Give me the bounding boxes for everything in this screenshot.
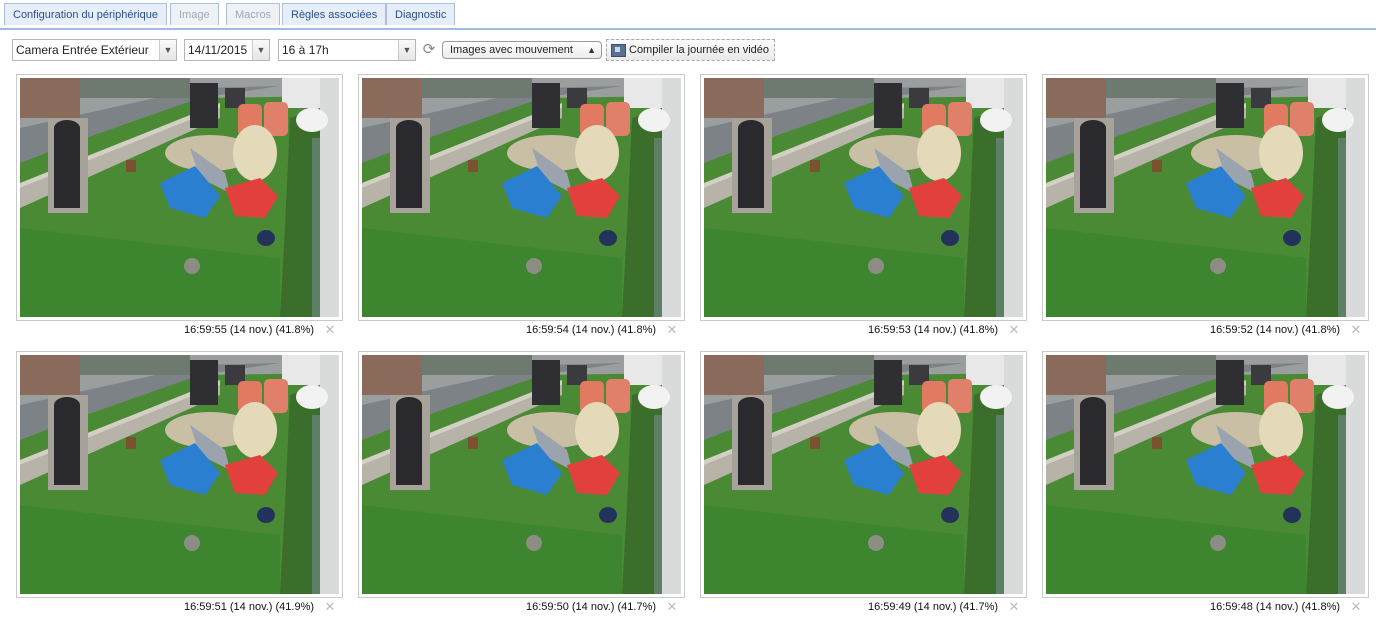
delete-icon[interactable]: ✕ <box>666 600 678 614</box>
camera-snapshot <box>704 355 1023 594</box>
camera-snapshot <box>1046 78 1365 317</box>
chevron-down-icon: ▼ <box>252 40 269 60</box>
delete-icon[interactable]: ✕ <box>1008 323 1020 337</box>
tab-macros[interactable]: Macros <box>226 3 281 25</box>
filter-select[interactable]: Images avec mouvement ▲ <box>442 41 602 59</box>
tab-associated-rules[interactable]: Règles associées <box>282 3 387 25</box>
camera-image[interactable] <box>700 351 1027 598</box>
image-caption: 16:59:52 (14 nov.) (41.8%) <box>1210 324 1341 336</box>
date-select[interactable]: 14/11/2015 ▼ <box>184 39 270 61</box>
hour-select-value: 16 à 17h <box>282 43 329 57</box>
chevron-down-icon: ▼ <box>398 40 415 60</box>
tab-image[interactable]: Image <box>170 3 219 25</box>
delete-icon[interactable]: ✕ <box>666 323 678 337</box>
camera-snapshot <box>704 78 1023 317</box>
toolbar: Camera Entrée Extérieur ▼ 14/11/2015 ▼ 1… <box>0 37 1376 63</box>
camera-image[interactable] <box>1042 74 1369 321</box>
delete-icon[interactable]: ✕ <box>1008 600 1020 614</box>
tab-device-configuration[interactable]: Configuration du périphérique <box>4 3 167 25</box>
camera-snapshot <box>362 355 681 594</box>
camera-snapshot <box>1046 355 1365 594</box>
camera-image[interactable] <box>700 74 1027 321</box>
image-caption: 16:59:55 (14 nov.) (41.8%) <box>184 324 315 336</box>
compile-video-button[interactable]: Compiler la journée en vidéo <box>606 39 775 61</box>
filter-select-value: Images avec mouvement <box>450 44 573 56</box>
compile-video-label: Compiler la journée en vidéo <box>629 44 770 56</box>
camera-snapshot <box>20 355 339 594</box>
camera-image[interactable] <box>16 351 343 598</box>
refresh-icon[interactable]: ⟳ <box>421 42 437 58</box>
delete-icon[interactable]: ✕ <box>324 600 336 614</box>
tab-bar: Configuration du périphérique Image Macr… <box>0 0 1376 30</box>
camera-snapshot <box>20 78 339 317</box>
hour-select[interactable]: 16 à 17h ▼ <box>278 39 416 61</box>
image-caption: 16:59:48 (14 nov.) (41.8%) <box>1210 601 1341 613</box>
camera-image[interactable] <box>1042 351 1369 598</box>
delete-icon[interactable]: ✕ <box>324 323 336 337</box>
image-caption: 16:59:49 (14 nov.) (41.7%) <box>868 601 999 613</box>
tab-diagnostic[interactable]: Diagnostic <box>386 3 456 25</box>
camera-image[interactable] <box>16 74 343 321</box>
camera-image[interactable] <box>358 351 685 598</box>
image-caption: 16:59:51 (14 nov.) (41.9%) <box>184 601 315 613</box>
camera-image[interactable] <box>358 74 685 321</box>
image-caption: 16:59:53 (14 nov.) (41.8%) <box>868 324 999 336</box>
updown-arrows-icon: ▲ <box>587 45 596 55</box>
image-caption: 16:59:54 (14 nov.) (41.8%) <box>526 324 657 336</box>
delete-icon[interactable]: ✕ <box>1350 323 1362 337</box>
film-icon <box>611 44 626 57</box>
camera-select[interactable]: Camera Entrée Extérieur ▼ <box>12 39 177 61</box>
delete-icon[interactable]: ✕ <box>1350 600 1362 614</box>
camera-snapshot <box>362 78 681 317</box>
chevron-down-icon: ▼ <box>159 40 176 60</box>
image-caption: 16:59:50 (14 nov.) (41.7%) <box>526 601 657 613</box>
camera-select-value: Camera Entrée Extérieur <box>16 43 149 57</box>
date-select-value: 14/11/2015 <box>188 43 248 57</box>
